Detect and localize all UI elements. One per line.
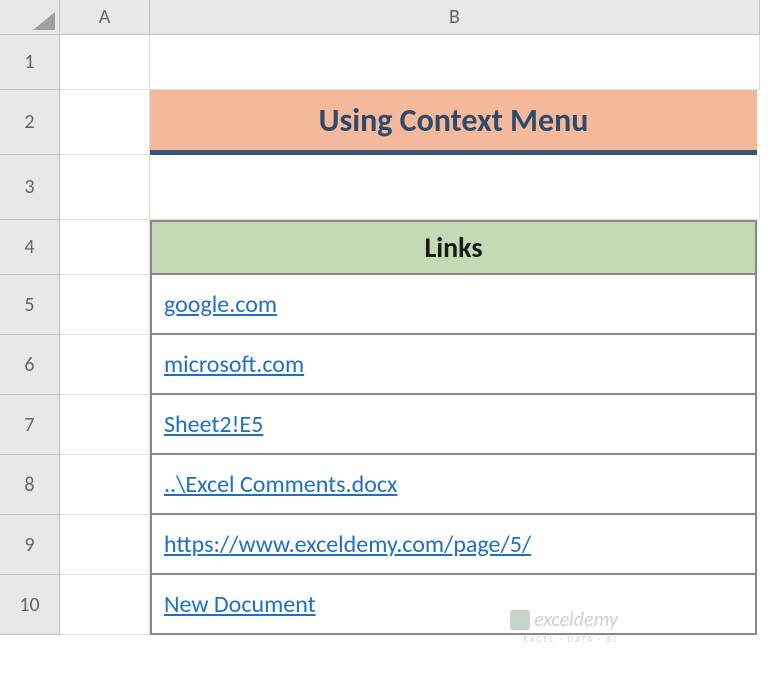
spreadsheet-grid: A B 1 2 Using Context Menu 3 4 Links 5 g… [0, 0, 768, 635]
cell-a7[interactable] [60, 395, 150, 455]
hyperlink-google[interactable]: google.com [164, 290, 277, 319]
cell-a5[interactable] [60, 275, 150, 335]
watermark-icon [510, 610, 530, 630]
hyperlink-excel-comments[interactable]: ..\Excel Comments.docx [164, 470, 397, 499]
cell-b6[interactable]: microsoft.com [150, 335, 757, 395]
title-text: Using Context Menu [319, 101, 589, 140]
cell-b2-title[interactable]: Using Context Menu [150, 90, 757, 155]
watermark-tagline: EXCEL · DATA · BI [524, 634, 618, 645]
row-header-6[interactable]: 6 [0, 335, 60, 395]
cell-a2[interactable] [60, 90, 150, 155]
row-header-1[interactable]: 1 [0, 35, 60, 90]
hyperlink-exceldemy[interactable]: https://www.exceldemy.com/page/5/ [164, 530, 531, 559]
row-header-10[interactable]: 10 [0, 575, 60, 635]
select-all-corner[interactable] [0, 0, 60, 35]
cell-b1[interactable] [150, 35, 760, 90]
row-header-8[interactable]: 8 [0, 455, 60, 515]
cell-a4[interactable] [60, 220, 150, 275]
cell-b5[interactable]: google.com [150, 275, 757, 335]
row-header-5[interactable]: 5 [0, 275, 60, 335]
cell-a6[interactable] [60, 335, 150, 395]
cell-a9[interactable] [60, 515, 150, 575]
cell-b8[interactable]: ..\Excel Comments.docx [150, 455, 757, 515]
column-header-a[interactable]: A [60, 0, 150, 35]
cell-b4-table-header[interactable]: Links [150, 220, 757, 275]
cell-b7[interactable]: Sheet2!E5 [150, 395, 757, 455]
cell-b3[interactable] [150, 155, 760, 220]
cell-a3[interactable] [60, 155, 150, 220]
row-header-2[interactable]: 2 [0, 90, 60, 155]
row-header-7[interactable]: 7 [0, 395, 60, 455]
cell-a1[interactable] [60, 35, 150, 90]
hyperlink-new-document[interactable]: New Document [164, 590, 316, 619]
watermark: exceldemy [510, 608, 618, 632]
table-header-text: Links [424, 230, 482, 265]
hyperlink-sheet2[interactable]: Sheet2!E5 [164, 410, 263, 439]
row-header-4[interactable]: 4 [0, 220, 60, 275]
row-header-9[interactable]: 9 [0, 515, 60, 575]
cell-a10[interactable] [60, 575, 150, 635]
column-header-b[interactable]: B [150, 0, 760, 35]
row-header-3[interactable]: 3 [0, 155, 60, 220]
cell-b10[interactable]: New Document [150, 575, 757, 635]
cell-b9[interactable]: https://www.exceldemy.com/page/5/ [150, 515, 757, 575]
watermark-brand: exceldemy [534, 608, 618, 632]
cell-a8[interactable] [60, 455, 150, 515]
hyperlink-microsoft[interactable]: microsoft.com [164, 350, 304, 379]
